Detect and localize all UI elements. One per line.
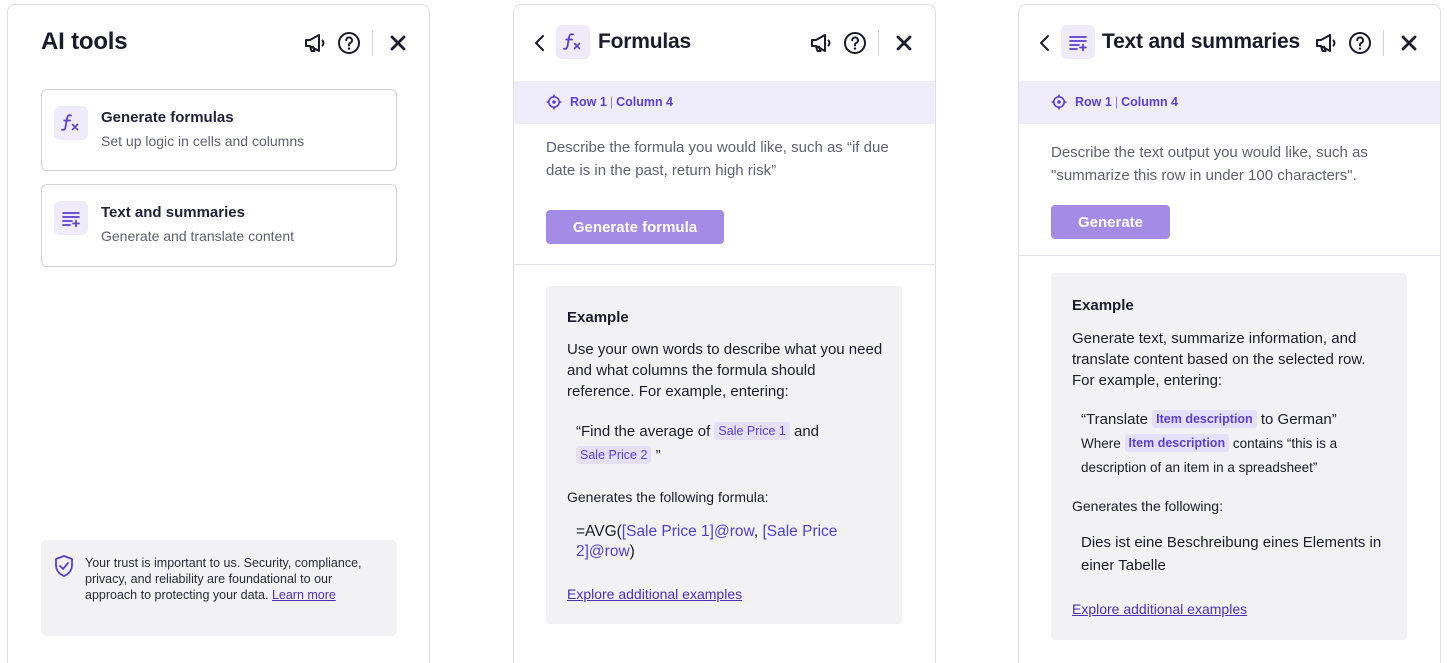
formula-text: =AVG( (576, 523, 622, 540)
text-description: Describe the text output you would like,… (1051, 144, 1368, 184)
header-divider (372, 30, 373, 56)
example-formula: =AVG([Sale Price 1]@row, [Sale Price 2]@… (576, 522, 886, 562)
generates-label: Generates the following: (1072, 498, 1223, 514)
example-box: Example Use your own words to describe w… (546, 286, 902, 624)
help-icon[interactable] (842, 30, 868, 56)
card-subtitle: Generate and translate content (101, 228, 295, 244)
prompt-text: to German” (1260, 411, 1337, 428)
crosshair-target-icon (546, 94, 562, 115)
panel-header: AI tools (8, 5, 429, 81)
explore-examples-link[interactable]: Explore additional examples (1072, 601, 1247, 617)
text-and-summaries-card[interactable]: Text and summaries Generate and translat… (41, 184, 397, 267)
back-chevron-icon[interactable] (528, 31, 552, 55)
formula-description: Describe the formula you would like, suc… (546, 139, 889, 179)
example-prompt: “Translate Item description to German” Wh… (1081, 408, 1391, 480)
cell-context-bar: Row 1 | Column 4 (514, 81, 935, 124)
back-chevron-icon[interactable] (1033, 31, 1057, 55)
prompt-text: “Translate (1081, 411, 1148, 428)
card-title: Text and summaries (101, 204, 245, 221)
close-icon[interactable] (891, 30, 917, 56)
example-prompt: “Find the average of Sale Price 1 and Sa… (576, 420, 886, 468)
close-icon[interactable] (385, 30, 411, 56)
text-lines-icon (1061, 25, 1095, 59)
example-heading: Example (1072, 297, 1134, 314)
explore-examples-link[interactable]: Explore additional examples (567, 586, 742, 602)
example-heading: Example (567, 309, 629, 326)
card-subtitle: Set up logic in cells and columns (101, 133, 305, 149)
section-divider (514, 264, 935, 265)
trust-notice: Your trust is important to us. Security,… (41, 540, 397, 636)
panel-title: Text and summaries (1102, 30, 1300, 53)
column-chip: Sale Price 2 (576, 446, 652, 464)
header-actions (1313, 29, 1422, 57)
context-column: Column 4 (1121, 95, 1179, 109)
crosshair-target-icon (1051, 94, 1067, 115)
example-box: Example Generate text, summarize informa… (1051, 273, 1407, 640)
panel-title: AI tools (41, 28, 128, 55)
cell-context-label: Row 1 | Column 4 (1075, 95, 1179, 109)
cell-context-bar: Row 1 | Column 4 (1019, 81, 1440, 124)
context-row: Row 1 (570, 95, 607, 109)
example-paragraph: Use your own words to describe what you … (567, 341, 883, 400)
announcement-megaphone-icon[interactable] (302, 30, 328, 56)
header-actions (808, 29, 917, 57)
announcement-megaphone-icon[interactable] (808, 30, 834, 56)
trust-text: Your trust is important to us. Security,… (85, 555, 385, 603)
generate-formulas-card[interactable]: Generate formulas Set up logic in cells … (41, 89, 397, 171)
panel-header: Text and summaries (1019, 5, 1440, 81)
text-summaries-panel: Text and summaries Row 1 | Column 4 Descri… (1018, 4, 1441, 663)
help-icon[interactable] (1347, 30, 1373, 56)
column-chip: Item description (1124, 434, 1230, 452)
header-actions (302, 29, 411, 57)
generate-formula-button[interactable]: Generate formula (546, 210, 724, 244)
generates-label: Generates the following formula: (567, 489, 769, 505)
prompt-text: and (794, 423, 820, 440)
help-icon[interactable] (336, 30, 362, 56)
context-row: Row 1 (1075, 95, 1112, 109)
shield-check-icon (53, 554, 75, 583)
column-chip: Item description (1152, 410, 1257, 428)
panel-header: Formulas (514, 5, 935, 81)
example-paragraph: Generate text, summarize information, an… (1072, 330, 1366, 389)
example-output: Dies ist eine Beschreibung eines Element… (1081, 534, 1382, 574)
function-icon (556, 25, 590, 59)
header-divider (1383, 30, 1384, 56)
column-chip: Sale Price 1 (714, 422, 790, 440)
header-divider (878, 30, 879, 56)
context-column: Column 4 (616, 95, 674, 109)
prompt-text: Where (1081, 436, 1121, 451)
panel-title: Formulas (598, 30, 691, 53)
formula-text: ) (629, 543, 635, 560)
prompt-text: ” (655, 447, 661, 464)
generate-button[interactable]: Generate (1051, 205, 1170, 239)
section-divider (1019, 255, 1440, 256)
announcement-megaphone-icon[interactable] (1313, 30, 1339, 56)
function-icon (54, 106, 88, 140)
text-lines-icon (54, 201, 88, 235)
card-title: Generate formulas (101, 109, 234, 126)
close-icon[interactable] (1396, 30, 1422, 56)
learn-more-link[interactable]: Learn more (272, 588, 336, 602)
formulas-panel: Formulas Row 1 | Column 4 Describe the for… (513, 4, 936, 663)
formula-reference: [Sale Price 1]@row (621, 523, 754, 540)
prompt-text: “Find the average of (576, 423, 711, 440)
ai-tools-panel: AI tools Generate formulas Set up logic … (7, 4, 430, 663)
cell-context-label: Row 1 | Column 4 (570, 95, 674, 109)
